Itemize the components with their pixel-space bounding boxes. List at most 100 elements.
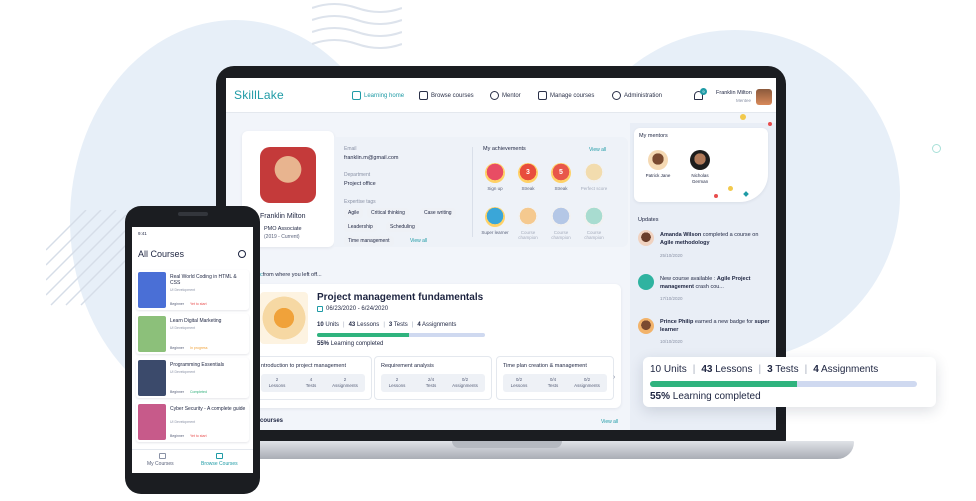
- achievements-title: My achievements: [483, 146, 526, 152]
- float-stats: 10 Units | 43 Lessons | 3 Tests | 4 Assignm…: [650, 364, 879, 375]
- nav-administration[interactable]: Administration: [612, 91, 662, 100]
- mentors-title: My mentors: [639, 133, 668, 139]
- course-title: Programming Essentials: [170, 362, 225, 368]
- module-title: ntroduction to project management: [261, 363, 346, 369]
- course-level: Beginner: [170, 302, 185, 306]
- achievement-badge-icon[interactable]: [485, 207, 505, 227]
- module-stat: 0/2 Assignments: [452, 377, 478, 388]
- decorative-lines: [312, 3, 402, 49]
- mentor-avatar[interactable]: [690, 150, 710, 170]
- achievement-badge-icon[interactable]: [551, 207, 571, 227]
- course-status: Completed: [190, 390, 207, 394]
- nav-learning-home[interactable]: Learning home: [352, 91, 404, 100]
- tab-my-courses[interactable]: My Courses: [147, 461, 174, 467]
- decorative-dot: [740, 114, 746, 120]
- achievement-badge-label: Streak: [554, 186, 568, 191]
- achievement-badge-icon[interactable]: 3: [518, 163, 538, 183]
- decorative-dot: [728, 186, 733, 191]
- profile-photo: [260, 147, 316, 203]
- tab-browse-courses[interactable]: Browse Courses: [201, 461, 238, 467]
- tab-my-courses-icon: [159, 453, 166, 459]
- achievement-badge-icon[interactable]: [518, 207, 538, 227]
- people-icon: [490, 91, 499, 100]
- course-thumbnail: [138, 316, 166, 352]
- achievement-badge-icon[interactable]: [584, 163, 604, 183]
- nav-mentor[interactable]: Mentor: [490, 91, 521, 100]
- expertise-tag: Case writing: [420, 208, 456, 218]
- module-stats: 2 Lessons 4 Tests 2 Assignments: [261, 374, 365, 392]
- achievement-badge-label: Super learner: [481, 230, 509, 235]
- course-list-item[interactable]: Real World Coding in HTML & CSS UI Develo…: [136, 270, 249, 310]
- next-module-arrow[interactable]: ›: [613, 374, 615, 381]
- user-avatar[interactable]: [756, 89, 772, 105]
- course-level: Beginner: [170, 434, 185, 438]
- book-icon: [419, 91, 428, 100]
- manage-courses-icon: [538, 91, 547, 100]
- course-thumbnail: [138, 272, 166, 308]
- mentor-avatar[interactable]: [648, 150, 668, 170]
- decorative-dot: [714, 194, 718, 198]
- phone-camera: [178, 212, 208, 216]
- achievement-badge-label: Course champion: [551, 230, 571, 240]
- course-category: UI Development: [170, 326, 196, 330]
- course-list-item[interactable]: Programming Essentials UI Development Begi…: [136, 358, 249, 398]
- module-stat: 2 Lessons: [388, 377, 406, 388]
- user-name[interactable]: Franklin Milton: [716, 90, 752, 96]
- continue-heading: cfrom where you left off...: [260, 272, 322, 278]
- updates-title: Updates: [638, 217, 659, 223]
- nav-browse-courses[interactable]: Browse courses: [419, 91, 474, 100]
- expertise-tag: Time management: [344, 236, 394, 246]
- course-list-item[interactable]: Cyber Security - A complete guide UI Deve…: [136, 402, 249, 442]
- update-date: 17/10/2020: [660, 296, 683, 301]
- expertise-tag: Scheduling: [386, 222, 419, 232]
- email-value: franklin.m@gmail.com: [344, 155, 399, 161]
- course-list-item[interactable]: Learn Digital Marketing UI Development Beg…: [136, 314, 249, 354]
- user-role: Mentee: [736, 98, 752, 103]
- department-label: Department: [344, 172, 371, 178]
- nav-manage-courses[interactable]: Manage courses: [538, 91, 594, 100]
- search-icon[interactable]: [238, 250, 246, 258]
- phone-page-title: All Courses: [138, 249, 185, 259]
- update-avatar: [638, 230, 654, 246]
- achievement-badge-icon[interactable]: [485, 163, 505, 183]
- module-stat: 2 Lessons: [268, 377, 286, 388]
- achievement-badge-icon[interactable]: [584, 207, 604, 227]
- courses-section-label: courses: [260, 418, 284, 424]
- divider: [472, 147, 473, 237]
- module-stats: 0/2 Lessons 0/4 Tests 0/2 Assignments: [503, 374, 607, 392]
- module-card[interactable]: ntroduction to project management 2 Lesson…: [254, 356, 372, 400]
- update-avatar: [638, 318, 654, 334]
- update-text[interactable]: New course available : Agile Project man…: [660, 275, 770, 291]
- module-card[interactable]: Requirement analysis 2 Lessons 2/4 Tests 0/2 A…: [374, 356, 492, 400]
- course-category: UI Development: [170, 370, 196, 374]
- achievements-view-all-link[interactable]: View all: [589, 147, 606, 153]
- top-navigation-bar: SkillLake Learning home Browse courses M…: [226, 78, 776, 113]
- module-stat: 4 Tests: [305, 377, 317, 388]
- profile-details-card: Email franklin.m@gmail.com Department Pr…: [334, 137, 628, 247]
- course-title: Learn Digital Marketing: [170, 318, 222, 324]
- course-thumbnail: [138, 360, 166, 396]
- admin-user-icon: [612, 91, 621, 100]
- update-text[interactable]: Prince Philip earned a new badge for sup…: [660, 318, 770, 334]
- mentors-card: My mentors Patrick Jane Nicholas German: [634, 128, 768, 202]
- laptop-notch: [452, 441, 562, 448]
- progress-fill: [317, 333, 410, 337]
- decorative-dot: [768, 122, 772, 126]
- tab-browse-courses-icon: [216, 453, 223, 459]
- achievement-badge-icon[interactable]: 5: [551, 163, 571, 183]
- course-title[interactable]: Project management fundamentals: [317, 292, 483, 303]
- courses-view-all-link[interactable]: View all: [601, 419, 618, 425]
- progress-text: 55% Learning completed: [317, 341, 384, 347]
- update-text[interactable]: Amanda Wilson completed a course on Agil…: [660, 231, 770, 247]
- tags-view-all-link[interactable]: View all: [410, 238, 427, 244]
- module-stat: 0/2 Lessons: [510, 377, 528, 388]
- course-status: Yet to start: [190, 302, 207, 306]
- course-status: In progress: [190, 346, 208, 350]
- profile-position: PMO Associate: [264, 226, 302, 232]
- achievement-badge-label: Course champion: [518, 230, 538, 240]
- expertise-tag: Critical thinking: [367, 208, 409, 218]
- course-category: UI Development: [170, 288, 196, 292]
- department-value: Project office: [344, 181, 376, 187]
- module-card[interactable]: Time plan creation & management 0/2 Lesson…: [496, 356, 614, 400]
- app-logo[interactable]: SkillLake: [234, 88, 284, 102]
